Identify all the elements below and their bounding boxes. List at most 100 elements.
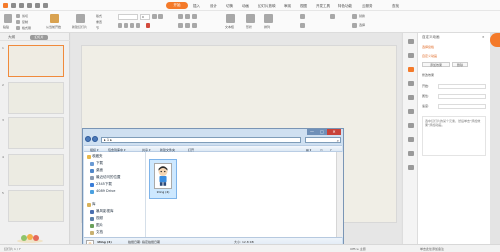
select-pane-icon[interactable] [408, 95, 414, 100]
slide-thumbnail[interactable] [8, 117, 64, 149]
new-slide-icon[interactable] [76, 14, 85, 23]
slide-thumbnail[interactable] [8, 45, 64, 77]
fill-icon[interactable] [300, 14, 305, 19]
menu-item-insert[interactable]: 插入 [193, 4, 200, 9]
copy-icon[interactable] [16, 20, 20, 24]
maximize-button[interactable]: □ [317, 129, 327, 135]
outline-icon[interactable] [300, 23, 305, 28]
close-pane-icon[interactable]: ✕ [482, 35, 485, 39]
redo-icon[interactable] [35, 3, 40, 8]
from-current-label[interactable]: 从当前开始 [46, 25, 61, 29]
font-name-field[interactable] [118, 14, 138, 20]
property-select[interactable] [438, 94, 486, 99]
select-icon[interactable] [352, 23, 357, 28]
play-from-current-icon[interactable] [50, 14, 59, 23]
format-painter-icon[interactable] [16, 26, 20, 30]
select-button[interactable]: 选择 [359, 23, 365, 27]
align-center-icon[interactable] [185, 23, 190, 28]
animation-icon[interactable] [408, 67, 414, 72]
strikethrough-icon[interactable] [136, 23, 140, 28]
bold-icon[interactable] [118, 23, 122, 28]
copy-label[interactable]: 复制 [22, 20, 28, 24]
menu-icon[interactable] [11, 3, 16, 8]
menu-item-cloud[interactable]: 云服务 [362, 4, 373, 9]
slide-thumbnail[interactable] [8, 82, 64, 114]
menu-item-features[interactable]: 特色功能 [338, 4, 352, 9]
shapes-icon[interactable] [246, 14, 255, 23]
shrink-font-icon[interactable] [158, 14, 163, 19]
menu-item-transitions[interactable]: 切换 [226, 4, 233, 9]
format-icon[interactable] [408, 123, 414, 128]
shapes-label[interactable]: 形状 [246, 25, 252, 29]
tab-outline[interactable]: 大纲 [8, 35, 15, 40]
new-slide-label[interactable]: 新建幻灯片 [72, 25, 87, 29]
arrange-label[interactable]: 排列 [264, 25, 270, 29]
animation-list[interactable]: 选中幻灯片的某个元素，然后单击"添加效果"添加动画。 [422, 116, 486, 156]
format-painter-label[interactable]: 格式刷 [22, 26, 31, 30]
nav-favorites[interactable]: 收藏夹 [92, 154, 103, 159]
add-effect-button[interactable]: 添加效果 [422, 62, 450, 67]
text-box-icon[interactable] [226, 14, 235, 23]
indent-icon[interactable] [192, 14, 197, 19]
numbering-icon[interactable] [185, 14, 190, 19]
find-icon[interactable] [330, 14, 335, 19]
open-button[interactable]: 打开 [188, 148, 194, 152]
organize-button[interactable]: 组织 ▾ [90, 148, 98, 152]
menu-item-review[interactable]: 审阅 [284, 4, 291, 9]
wps-logo-icon[interactable] [490, 33, 500, 47]
nav-item-recent[interactable]: 最近访问的位置 [96, 175, 121, 180]
grow-font-icon[interactable] [152, 14, 157, 19]
replace-icon[interactable] [352, 14, 357, 19]
paste-icon[interactable] [4, 14, 12, 23]
share-button[interactable]: 共享 ▾ [142, 148, 150, 152]
view-options-icon[interactable]: ▤ ▾ [306, 148, 311, 152]
backup-icon[interactable] [408, 109, 414, 114]
object-property-icon[interactable] [408, 39, 414, 44]
app-logo-icon[interactable] [3, 3, 8, 8]
nav-item-downloads[interactable]: 下载 [96, 161, 103, 166]
nav-item-documents[interactable]: 文档 [96, 230, 103, 235]
minimize-button[interactable]: — [307, 129, 317, 135]
menu-item-animation[interactable]: 动画 [242, 4, 249, 9]
align-left-icon[interactable] [178, 23, 183, 28]
arrange-icon[interactable] [264, 14, 273, 23]
speed-select[interactable] [438, 104, 486, 109]
menu-item-developer[interactable]: 开发工具 [316, 4, 330, 9]
slide-thumbnail[interactable] [8, 154, 64, 186]
select-pane-link[interactable]: 选择窗格 [422, 45, 434, 49]
section-button[interactable]: 节 [96, 26, 99, 30]
reset-button[interactable]: 重置 [96, 20, 102, 24]
close-button[interactable]: ✕ [327, 129, 341, 135]
save-icon[interactable] [19, 3, 24, 8]
bullets-icon[interactable] [178, 14, 183, 19]
menu-item-start[interactable]: 开始 [166, 2, 188, 9]
custom-anim-link[interactable]: 自定义动画 [422, 54, 437, 58]
print-icon[interactable] [43, 3, 48, 8]
font-color-icon[interactable] [146, 23, 150, 28]
cut-label[interactable]: 剪切 [22, 14, 28, 18]
nav-item-desktop[interactable]: 桌面 [96, 168, 103, 173]
menu-item-design[interactable]: 设计 [210, 4, 217, 9]
help-icon[interactable]: ? [330, 148, 332, 152]
text-box-label[interactable]: 文本框 [225, 25, 234, 29]
menu-item-slideshow[interactable]: 幻灯片放映 [258, 4, 276, 9]
font-size-field[interactable]: 0 [140, 14, 150, 20]
forward-icon[interactable] [92, 136, 98, 142]
back-icon[interactable] [85, 136, 91, 142]
slide-thumbnail[interactable] [8, 190, 64, 222]
preview-pane-icon[interactable]: ▭ [320, 148, 323, 152]
remove-button[interactable]: 删除 [452, 62, 468, 67]
vertical-scrollbar[interactable] [336, 152, 343, 237]
file-item[interactable]: 1ting (4) [149, 159, 177, 199]
nav-item-videos[interactable]: 视频 [96, 216, 103, 221]
layout-button[interactable]: 版式 [96, 14, 102, 18]
start-select[interactable] [438, 84, 486, 89]
tab-slides[interactable]: 幻灯片 [30, 34, 48, 40]
help-icon[interactable] [408, 151, 414, 156]
transition-icon[interactable] [408, 81, 414, 86]
cut-icon[interactable] [16, 14, 20, 18]
notes-hint[interactable]: 单击此处添加备注 [420, 247, 444, 251]
design-icon[interactable] [408, 53, 414, 58]
nav-libraries[interactable]: 库 [92, 202, 96, 207]
new-folder-button[interactable]: 新建文件夹 [160, 148, 175, 152]
